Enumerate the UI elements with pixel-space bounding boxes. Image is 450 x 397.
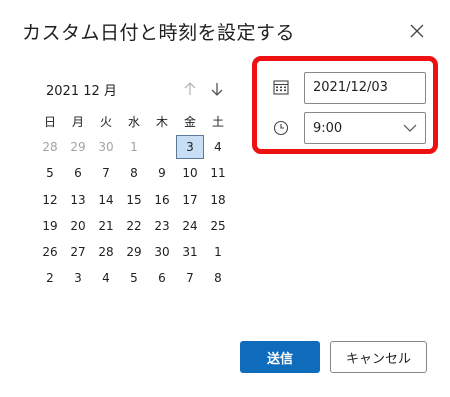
calendar-day[interactable]: 27 <box>64 240 92 264</box>
calendar-week-row: 19 20 21 22 23 24 25 <box>36 213 232 239</box>
calendar-day[interactable]: 4 <box>204 135 232 159</box>
calendar-day[interactable]: 28 <box>92 240 120 264</box>
time-dropdown[interactable]: 9:00 <box>304 112 426 144</box>
previous-month-arrow-up-icon[interactable] <box>181 80 199 98</box>
calendar-day[interactable]: 20 <box>64 214 92 238</box>
calendar-day[interactable]: 10 <box>176 161 204 185</box>
calendar-day[interactable]: 26 <box>36 240 64 264</box>
calendar-day[interactable]: 13 <box>64 188 92 212</box>
calendar-week-row: 2345678 <box>36 265 232 291</box>
calendar-day[interactable]: 7 <box>176 266 204 290</box>
weekday-label: 火 <box>99 114 112 129</box>
calendar-icon <box>272 78 290 96</box>
calendar-day[interactable]: 4 <box>92 266 120 290</box>
calendar-day[interactable]: 28 <box>36 135 64 159</box>
calendar-day[interactable]: 18 <box>204 188 232 212</box>
calendar-day[interactable]: 24 <box>176 214 204 238</box>
calendar-day[interactable]: 21 <box>92 214 120 238</box>
calendar-day[interactable]: 6 <box>148 266 176 290</box>
calendar-day[interactable]: 15 <box>120 188 148 212</box>
calendar-day[interactable]: 1 <box>120 135 148 159</box>
calendar-day[interactable]: 2 <box>36 266 64 290</box>
calendar-day[interactable]: 30 <box>148 240 176 264</box>
weekday-label: 月 <box>71 114 84 129</box>
send-button[interactable]: 送信 <box>240 341 320 373</box>
weekday-label: 水 <box>127 114 140 129</box>
calendar-day-today[interactable]: 2 <box>148 135 176 159</box>
calendar-day[interactable]: 8 <box>120 161 148 185</box>
calendar-day[interactable]: 29 <box>64 135 92 159</box>
cancel-button[interactable]: キャンセル <box>330 341 427 373</box>
calendar-day[interactable]: 29 <box>120 240 148 264</box>
weekday-header-row: 日月火水木金土 <box>36 108 232 134</box>
calendar-grid: 日月火水木金土 28 29 30 1 2 3 4 5 6 7 8 9 10 11 12 13 14 15 16 17 18… <box>36 108 232 291</box>
calendar-day[interactable]: 31 <box>176 240 204 264</box>
calendar-day[interactable]: 7 <box>92 161 120 185</box>
calendar-day[interactable]: 5 <box>36 161 64 185</box>
weekday-label: 土 <box>211 114 224 129</box>
calendar-day[interactable]: 5 <box>120 266 148 290</box>
calendar-day[interactable]: 25 <box>204 214 232 238</box>
calendar-day[interactable]: 1 <box>204 240 232 264</box>
calendar-day[interactable]: 3 <box>64 266 92 290</box>
calendar-week-row: 26 27 28 29 30 31 1 <box>36 239 232 265</box>
calendar-day[interactable]: 19 <box>36 214 64 238</box>
weekday-label: 日 <box>43 114 56 129</box>
weekday-label: 木 <box>155 114 168 129</box>
custom-datetime-dialog: カスタム日付と時刻を設定する 2021 12 月 日月火水木金土 28 29 30 1 2… <box>0 0 450 397</box>
calendar-day[interactable]: 22 <box>120 214 148 238</box>
dialog-title: カスタム日付と時刻を設定する <box>22 22 296 44</box>
chevron-down-icon <box>403 122 417 134</box>
calendar-day[interactable]: 8 <box>204 266 232 290</box>
close-icon[interactable] <box>406 20 428 42</box>
calendar-day[interactable]: 6 <box>64 161 92 185</box>
calendar-week-row: 12 13 14 15 16 17 18 <box>36 187 232 213</box>
weekday-label: 金 <box>183 114 196 129</box>
calendar-day[interactable]: 9 <box>148 161 176 185</box>
calendar-day-selected[interactable]: 3 <box>176 135 204 160</box>
calendar-day[interactable]: 12 <box>36 188 64 212</box>
next-month-arrow-down-icon[interactable] <box>208 80 226 98</box>
calendar-day[interactable]: 16 <box>148 188 176 212</box>
calendar-day[interactable]: 23 <box>148 214 176 238</box>
calendar-day[interactable]: 14 <box>92 188 120 212</box>
calendar-day[interactable]: 17 <box>176 188 204 212</box>
calendar-week-row: 5 6 7 8 9 10 11 <box>36 160 232 186</box>
calendar-day[interactable]: 11 <box>204 161 232 185</box>
calendar-day[interactable]: 30 <box>92 135 120 159</box>
clock-icon <box>272 119 290 137</box>
calendar-month-label: 2021 12 月 <box>46 84 117 99</box>
calendar-week-row: 28 29 30 1 2 3 4 <box>36 134 232 160</box>
time-value: 9:00 <box>313 120 343 136</box>
date-field[interactable]: 2021/12/03 <box>304 72 426 104</box>
